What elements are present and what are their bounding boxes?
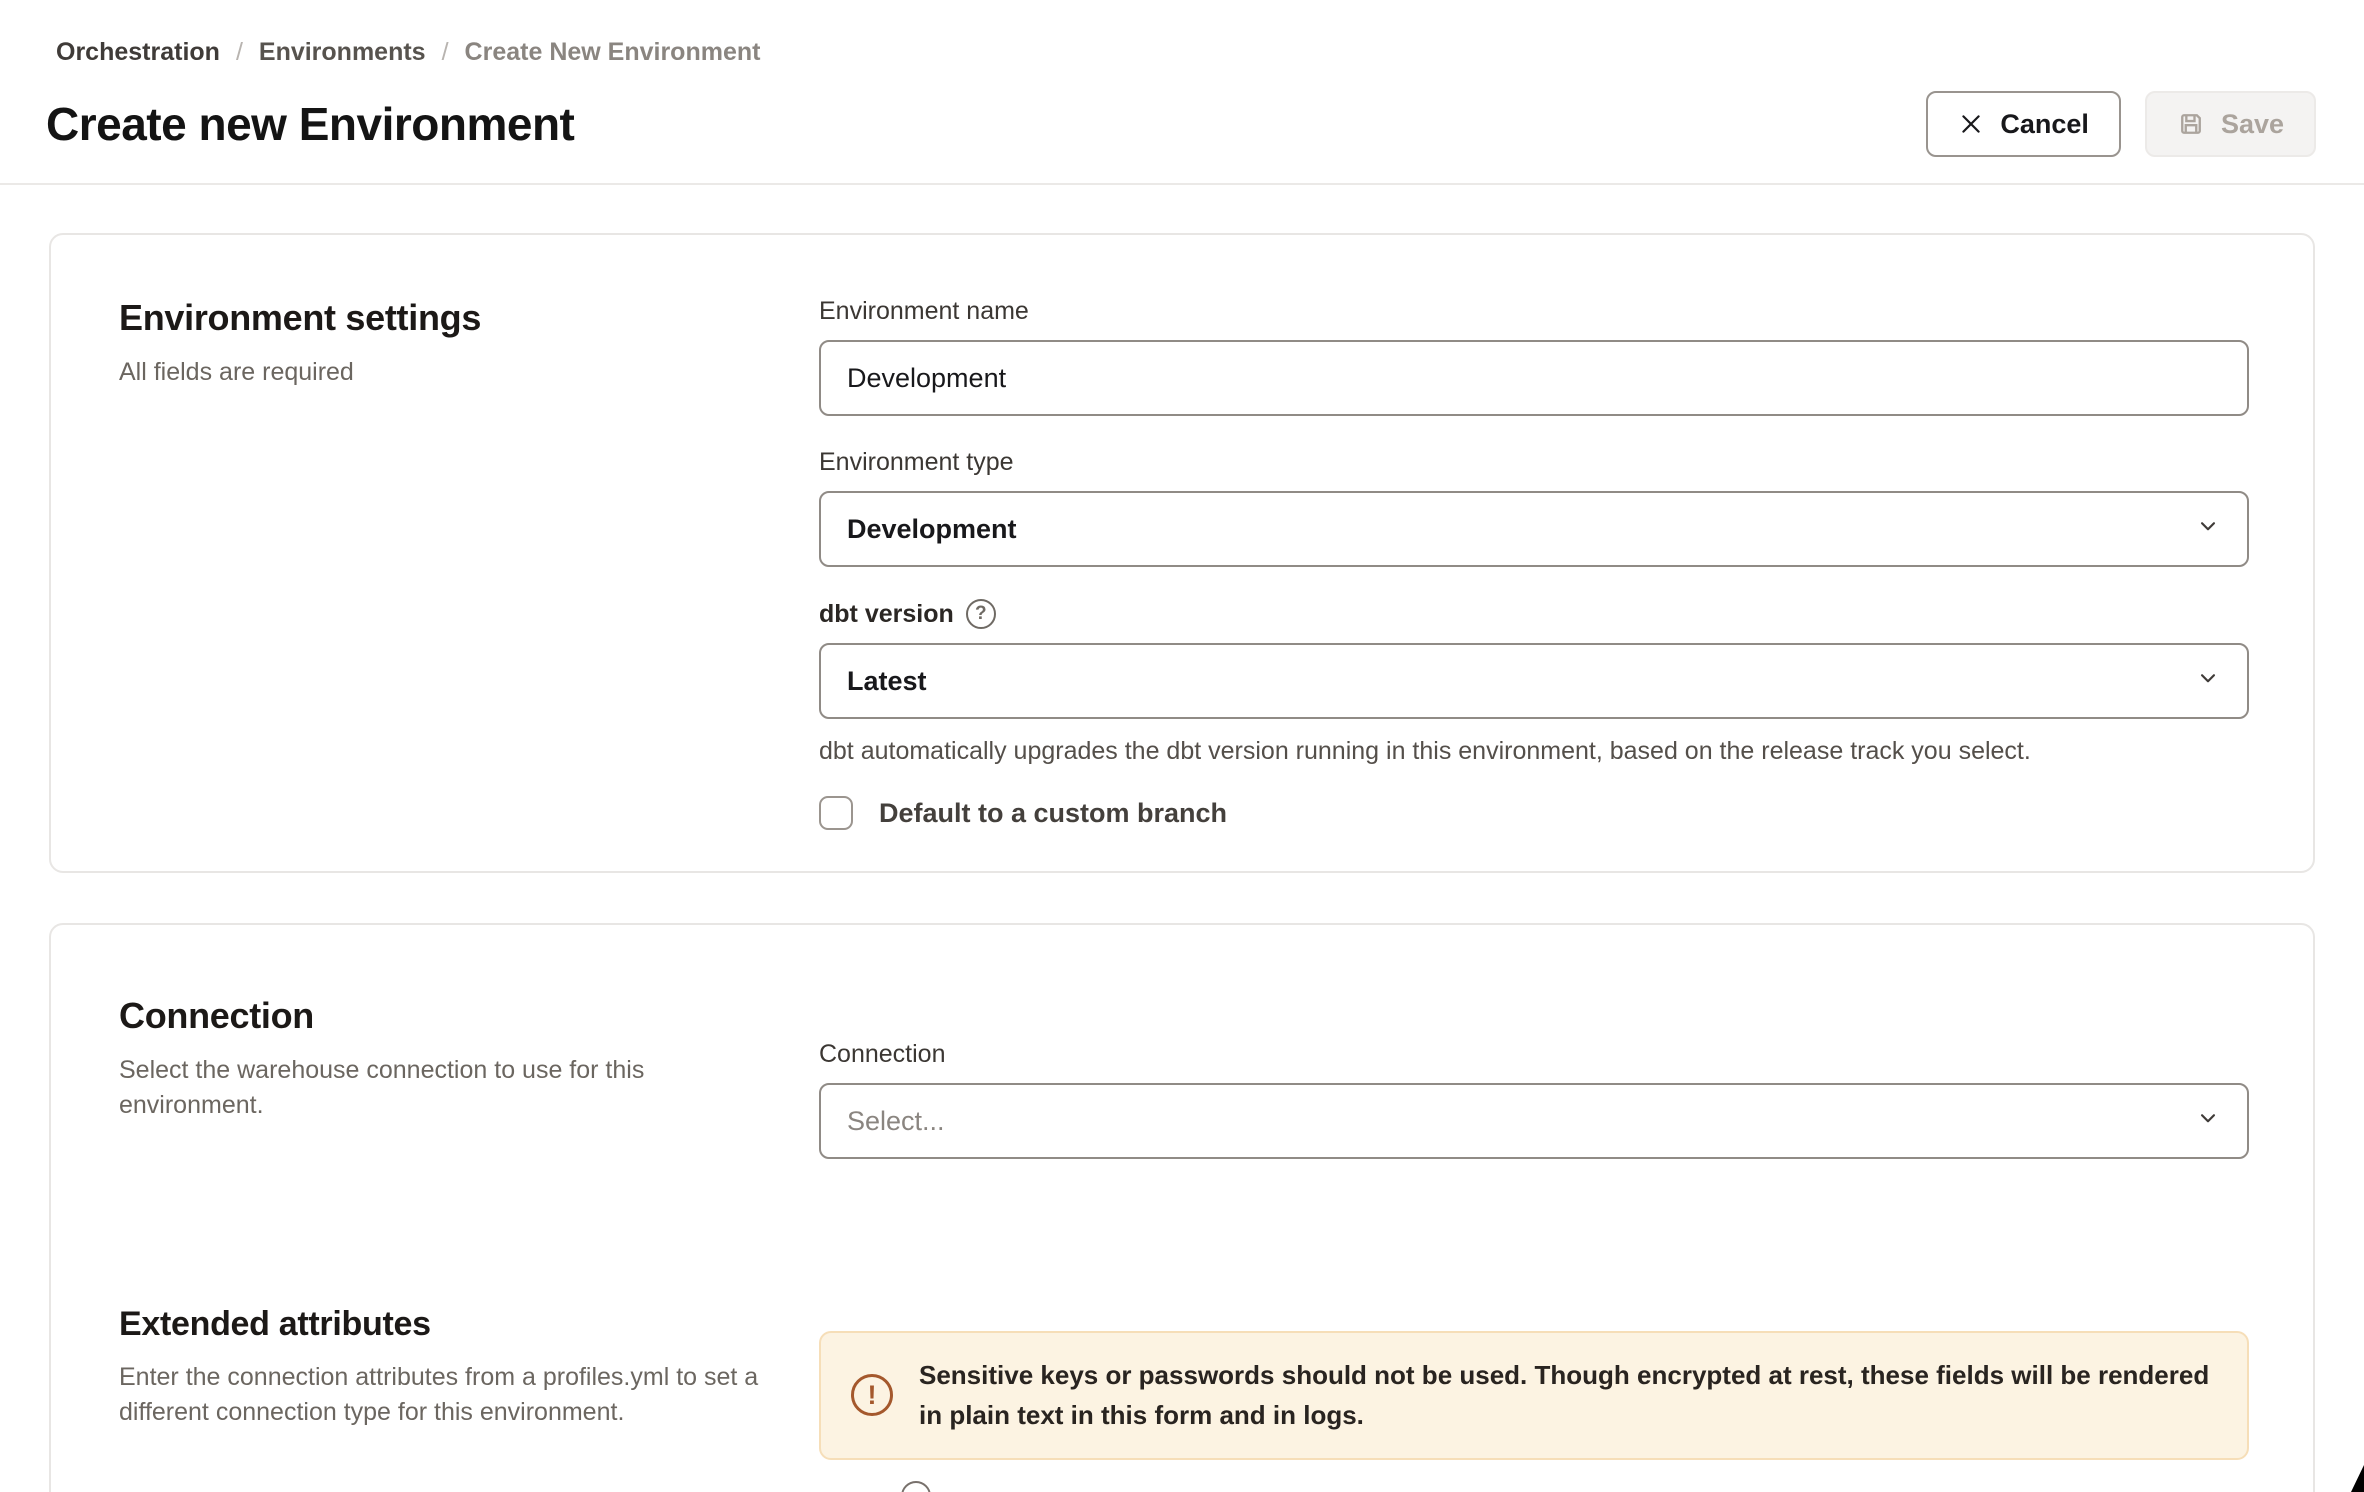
chevron-down-icon bbox=[2195, 1105, 2221, 1138]
custom-branch-checkbox-row: Default to a custom branch bbox=[819, 796, 2249, 830]
connection-subtitle: Select the warehouse connection to use f… bbox=[119, 1053, 699, 1123]
chevron-down-icon bbox=[2195, 513, 2221, 546]
environment-name-field: Environment name Development bbox=[819, 297, 2249, 416]
environment-settings-title: Environment settings bbox=[119, 297, 819, 339]
connection-intro: Connection Select the warehouse connecti… bbox=[119, 995, 819, 1159]
save-button-label: Save bbox=[2221, 109, 2284, 140]
environment-name-input[interactable]: Development bbox=[819, 340, 2249, 416]
environment-settings-subtitle: All fields are required bbox=[119, 355, 819, 390]
close-icon bbox=[1958, 111, 1984, 137]
environment-type-label: Environment type bbox=[819, 448, 2249, 477]
sensitive-keys-warning: ! Sensitive keys or passwords should not… bbox=[819, 1331, 2249, 1460]
extended-attributes-row: Extended attributes Enter the connection… bbox=[119, 1305, 2249, 1460]
custom-branch-checkbox-label: Default to a custom branch bbox=[879, 798, 1227, 829]
help-icon[interactable]: ? bbox=[966, 599, 996, 629]
dbt-version-select[interactable]: Latest bbox=[819, 643, 2249, 719]
environment-name-label: Environment name bbox=[819, 297, 2249, 326]
connection-fields: Connection Select... bbox=[819, 1040, 2249, 1159]
dbt-version-helper-text: dbt automatically upgrades the dbt versi… bbox=[819, 737, 2249, 766]
environment-settings-intro: Environment settings All fields are requ… bbox=[119, 297, 819, 871]
breadcrumb: Orchestration / Environments / Create Ne… bbox=[0, 0, 2364, 67]
breadcrumb-environments[interactable]: Environments bbox=[259, 38, 426, 67]
cancel-button-label: Cancel bbox=[2000, 109, 2089, 140]
connection-card: Connection Select the warehouse connecti… bbox=[49, 923, 2315, 1492]
connection-placeholder: Select... bbox=[847, 1106, 945, 1137]
connection-select[interactable]: Select... bbox=[819, 1083, 2249, 1159]
save-icon bbox=[2177, 110, 2205, 138]
chevron-down-icon bbox=[2195, 665, 2221, 698]
header-actions: Cancel Save bbox=[1926, 91, 2316, 157]
environment-name-value: Development bbox=[847, 363, 1006, 394]
extended-attributes-intro: Extended attributes Enter the connection… bbox=[119, 1305, 819, 1460]
breadcrumb-orchestration[interactable]: Orchestration bbox=[56, 38, 220, 67]
dbt-version-label: dbt version ? bbox=[819, 599, 2249, 629]
dbt-version-label-text: dbt version bbox=[819, 600, 954, 629]
breadcrumb-separator: / bbox=[236, 38, 243, 67]
form-content: Environment settings All fields are requ… bbox=[0, 233, 2364, 1492]
extended-attributes-fields: ! Sensitive keys or passwords should not… bbox=[819, 1331, 2249, 1460]
page-title: Create new Environment bbox=[46, 97, 574, 151]
environment-settings-fields: Environment name Development Environment… bbox=[819, 297, 2249, 871]
warning-icon: ! bbox=[851, 1374, 893, 1416]
environment-type-value: Development bbox=[847, 514, 1017, 545]
connection-field: Connection Select... bbox=[819, 1040, 2249, 1159]
breadcrumb-create-new-environment: Create New Environment bbox=[465, 38, 761, 67]
dbt-version-value: Latest bbox=[847, 666, 927, 697]
page-header: Create new Environment Cancel bbox=[0, 67, 2364, 157]
custom-branch-checkbox[interactable] bbox=[819, 796, 853, 830]
create-environment-page: Orchestration / Environments / Create Ne… bbox=[0, 0, 2364, 1492]
environment-settings-card: Environment settings All fields are requ… bbox=[49, 233, 2315, 873]
breadcrumb-separator: / bbox=[442, 38, 449, 67]
connection-label: Connection bbox=[819, 1040, 2249, 1069]
extended-attributes-subtitle: Enter the connection attributes from a p… bbox=[119, 1360, 759, 1430]
save-button[interactable]: Save bbox=[2145, 91, 2316, 157]
connection-row: Connection Select the warehouse connecti… bbox=[119, 995, 2249, 1159]
environment-type-field: Environment type Development bbox=[819, 448, 2249, 567]
header-divider bbox=[0, 183, 2364, 185]
connection-title: Connection bbox=[119, 995, 819, 1037]
environment-type-select[interactable]: Development bbox=[819, 491, 2249, 567]
cancel-button[interactable]: Cancel bbox=[1926, 91, 2121, 157]
dbt-version-field: dbt version ? Latest dbt automatically u… bbox=[819, 599, 2249, 766]
extended-attributes-title: Extended attributes bbox=[119, 1305, 819, 1344]
warning-text: Sensitive keys or passwords should not b… bbox=[919, 1355, 2217, 1436]
